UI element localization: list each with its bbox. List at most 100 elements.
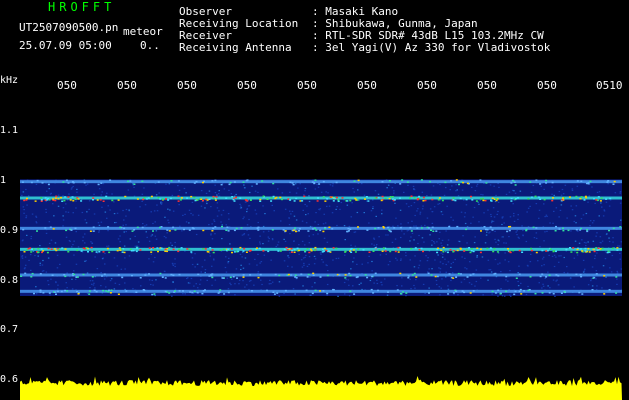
noise-speck (476, 255, 478, 257)
signal-band-speck (142, 198, 145, 201)
signal-band-speck (389, 196, 392, 198)
noise-speck (368, 255, 370, 257)
signal-band-speck (350, 251, 353, 253)
noise-speck (295, 219, 298, 221)
signal-band-speck (227, 230, 230, 232)
signal-band-speck (326, 274, 329, 277)
noise-speck (405, 295, 407, 297)
noise-speck (487, 209, 489, 211)
noise-speck (431, 244, 433, 246)
signal-band-speck (26, 197, 28, 200)
signal-band-speck (193, 290, 196, 292)
noise-speck (211, 284, 213, 286)
noise-speck (533, 237, 536, 239)
signal-band-speck (335, 181, 338, 184)
x-tick-8: 050 (537, 80, 557, 91)
noise-speck (418, 264, 421, 266)
noise-speck (302, 285, 304, 287)
noise-speck (242, 218, 244, 220)
noise-speck (66, 199, 69, 201)
y-tick-0-8: 0.8 (0, 275, 19, 286)
noise-speck (619, 192, 621, 194)
signal-band-speck (377, 289, 379, 292)
signal-band-speck (72, 200, 75, 202)
noise-speck (502, 216, 504, 218)
noise-speck (371, 260, 373, 263)
signal-band-speck (479, 179, 482, 181)
signal-band-speck (186, 197, 189, 199)
noise-speck (208, 190, 211, 192)
signal-band-speck (202, 181, 204, 184)
signal-band-speck (159, 272, 162, 275)
noise-speck (592, 240, 595, 242)
noise-speck (182, 293, 184, 295)
signal-band-speck (88, 290, 91, 292)
noise-speck (407, 222, 409, 224)
noise-speck (234, 283, 236, 285)
noise-speck (414, 214, 416, 217)
noise-speck (513, 220, 516, 222)
noise-speck (262, 231, 265, 233)
signal-band-speck (534, 292, 537, 295)
noise-speck (445, 251, 447, 253)
signal-band-speck (312, 274, 315, 276)
signal-band-speck (39, 273, 42, 275)
signal-band-speck (83, 181, 86, 184)
signal-band-speck (552, 293, 555, 295)
signal-band-speck (587, 247, 590, 250)
noise-speck (163, 235, 166, 238)
noise-speck (344, 254, 346, 256)
signal-band-speck (30, 276, 33, 278)
noise-speck (62, 219, 65, 221)
noise-speck (350, 268, 352, 270)
noise-speck (298, 253, 300, 255)
signal-band-speck (535, 227, 538, 229)
noise-speck (96, 268, 99, 270)
noise-speck (315, 212, 317, 214)
signal-band-speck (143, 289, 146, 292)
noise-speck (488, 269, 490, 271)
noise-speck (25, 217, 27, 219)
noise-speck (602, 215, 605, 217)
noise-speck (113, 201, 115, 203)
signal-band-speck (82, 273, 85, 276)
signal-band-speck (323, 247, 326, 250)
signal-band-speck (200, 198, 203, 200)
noise-speck (489, 269, 492, 271)
signal-band-speck (152, 230, 154, 232)
x-tick-0: 050 (57, 80, 77, 91)
signal-band-speck (65, 229, 68, 232)
noise-speck (587, 241, 589, 243)
signal-band-speck (324, 227, 327, 230)
signal-band-speck (483, 226, 486, 228)
noise-speck (540, 185, 542, 187)
signal-band-speck (418, 195, 421, 198)
noise-speck (510, 295, 512, 297)
noise-speck (90, 241, 92, 243)
noise-speck (438, 286, 441, 288)
signal-band-speck (194, 199, 197, 202)
noise-speck (62, 215, 64, 217)
noise-speck (442, 253, 444, 255)
y-axis-unit: kHz (0, 75, 19, 86)
signal-band-speck (67, 182, 70, 184)
noise-speck (363, 194, 366, 196)
noise-speck (521, 225, 523, 227)
noise-speck (571, 209, 574, 211)
noise-speck (106, 245, 108, 247)
noise-speck (151, 279, 153, 281)
noise-speck (113, 257, 116, 259)
signal-band-speck (466, 276, 469, 278)
noise-speck (561, 188, 564, 191)
signal-band-speck (232, 276, 235, 278)
noise-speck (295, 192, 298, 194)
signal-band-speck (335, 247, 338, 250)
signal-band-speck (105, 195, 108, 198)
signal-band-speck (593, 198, 595, 200)
noise-speck (460, 281, 463, 283)
noise-speck (336, 224, 338, 227)
noise-speck (598, 191, 601, 193)
noise-speck (513, 190, 515, 192)
noise-speck (582, 271, 585, 273)
noise-speck (501, 223, 503, 226)
